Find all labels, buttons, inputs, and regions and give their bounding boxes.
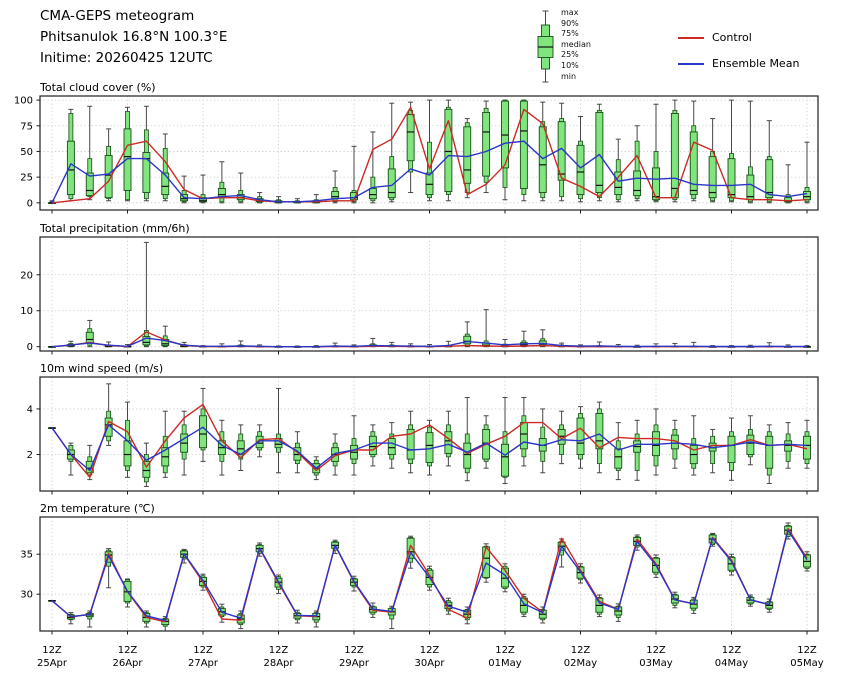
axis-ticks: 30 35 [20,550,807,635]
svg-text:100: 100 [14,96,33,107]
svg-text:50: 50 [20,147,33,158]
svg-text:12Z: 12Z [420,645,440,656]
panel-2: 2 4 10m wind speed (m/s) [27,362,818,495]
control-legend-label: Control [712,31,752,44]
panel-0: 0 25 50 75 100 Total cloud cover (%) [14,81,818,214]
legend-label-75: 75% [561,29,591,40]
svg-text:26Apr: 26Apr [112,658,143,669]
panel-3: 30 35 2m temperature (℃) [20,502,818,635]
boxplot-legend-glyph [538,11,553,82]
svg-text:0: 0 [27,342,33,353]
svg-text:12Z: 12Z [344,645,364,656]
svg-text:25Apr: 25Apr [37,658,68,669]
legend-label-min: min [561,72,591,83]
svg-text:01May: 01May [488,658,521,669]
svg-text:25: 25 [20,173,33,184]
svg-text:12Z: 12Z [495,645,515,656]
svg-text:2: 2 [27,450,33,461]
svg-text:4: 4 [27,404,33,415]
svg-text:29Apr: 29Apr [339,658,370,669]
svg-text:20: 20 [20,270,33,281]
panel-title-2: 10m wind speed (m/s) [40,362,163,375]
grid [40,237,818,351]
x-axis-labels: 12Z 25Apr 12Z 26Apr 12Z 27Apr 12Z 28Apr 12Z 29Apr… [37,645,824,669]
svg-text:30: 30 [20,590,33,601]
ensemble-legend-label: Ensemble Mean [712,57,799,70]
svg-text:12Z: 12Z [118,645,138,656]
panel-title-0: Total cloud cover (%) [39,81,156,94]
legend-label-25: 25% [561,50,591,61]
panel-title-3: 2m temperature (℃) [40,502,155,515]
panel-title-1: Total precipitation (mm/6h) [39,222,190,235]
header: CMA-GEPS meteogram Phitsanulok 16.8°N 10… [40,6,227,69]
svg-text:12Z: 12Z [269,645,289,656]
svg-text:12Z: 12Z [722,645,742,656]
ensemble-boxplots [49,242,811,347]
meteogram-app: CMA-GEPS meteogram Phitsanulok 16.8°N 10… [0,0,842,680]
svg-text:12Z: 12Z [571,645,591,656]
boxplot-legend-labels: max 90% 75% median 25% 10% min [561,8,591,82]
svg-text:10: 10 [20,306,33,317]
svg-text:12Z: 12Z [646,645,666,656]
legend-label-90: 90% [561,19,591,30]
panel-frame [40,237,818,351]
svg-text:03May: 03May [639,658,672,669]
control-legend-line [678,37,704,39]
location-label: Phitsanulok 16.8°N 100.3°E [40,27,227,48]
svg-text:27Apr: 27Apr [188,658,219,669]
svg-text:0: 0 [27,198,33,209]
svg-text:02May: 02May [564,658,597,669]
panel-1: 0 10 20 Total precipitation (mm/6h) [20,222,818,355]
svg-text:35: 35 [20,550,33,561]
svg-text:12Z: 12Z [193,645,213,656]
svg-text:75: 75 [20,121,33,132]
inittime-label: Initime: 20260425 12UTC [40,48,227,69]
ensemble-legend-line [678,63,704,65]
legend-label-median: median [561,40,591,51]
svg-text:12Z: 12Z [42,645,62,656]
svg-text:28Apr: 28Apr [263,658,294,669]
meteogram-chart: 0 25 50 75 100 Total cloud cover (%) 0 10 20 Tota… [0,0,842,680]
svg-text:30Apr: 30Apr [414,658,445,669]
svg-text:04May: 04May [715,658,748,669]
legend-label-10: 10% [561,61,591,72]
page-title: CMA-GEPS meteogram [40,6,227,27]
svg-text:05May: 05May [790,658,823,669]
legend-label-max: max [561,8,591,19]
svg-text:12Z: 12Z [797,645,817,656]
